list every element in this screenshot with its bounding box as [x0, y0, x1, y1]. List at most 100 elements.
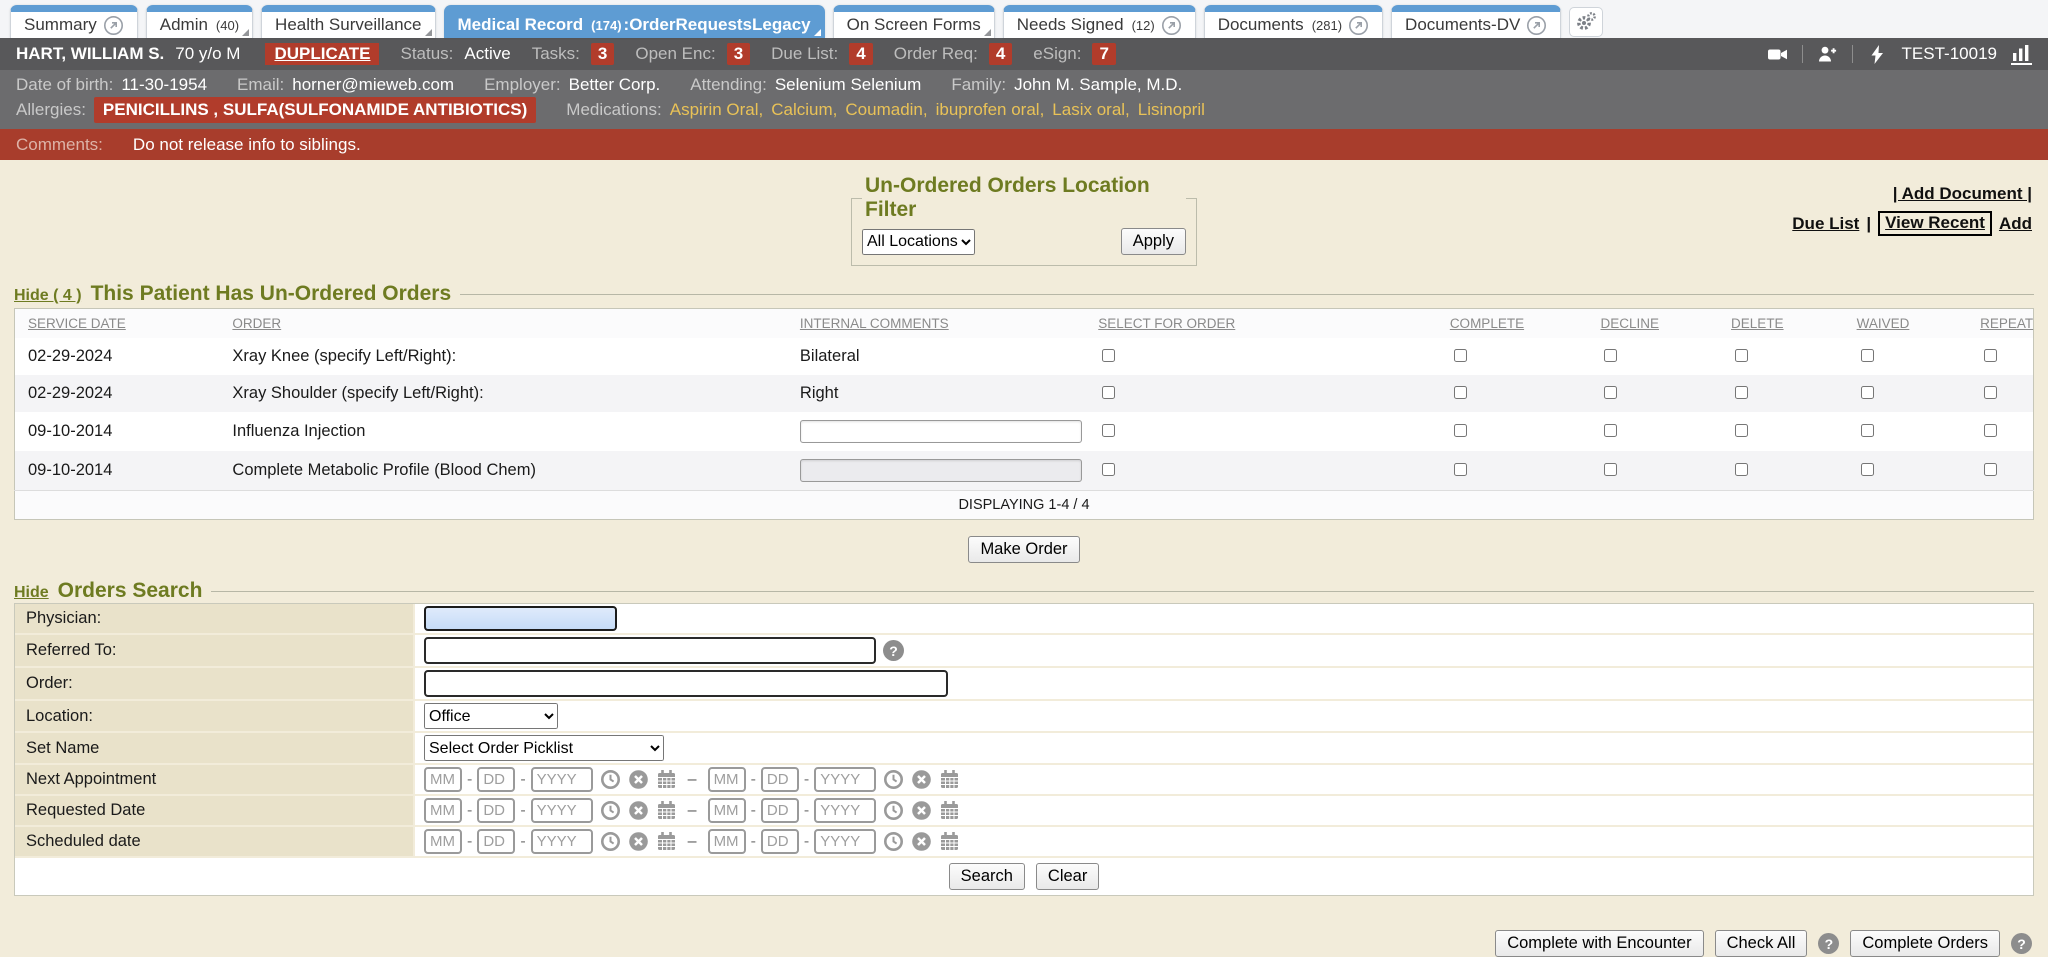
due-list-link[interactable]: Due List [1792, 214, 1859, 234]
calendar-icon[interactable] [939, 831, 960, 852]
referred-to-input[interactable] [424, 637, 876, 664]
delete-checkbox[interactable] [1735, 349, 1748, 362]
select-for-order-checkbox[interactable] [1102, 349, 1115, 362]
video-camera-icon[interactable] [1767, 44, 1788, 65]
check-all-button[interactable]: Check All [1715, 930, 1808, 957]
internal-comment-input[interactable] [800, 459, 1082, 482]
column-header-service-date[interactable]: SERVICE DATE [15, 309, 220, 339]
hide-orders-search-link[interactable]: Hide [14, 584, 49, 602]
clear-date-icon[interactable] [911, 769, 932, 790]
clear-button[interactable]: Clear [1036, 863, 1099, 890]
set-name-select[interactable]: Select Order Picklist [424, 735, 664, 761]
medication-link[interactable]: Lisinopril [1138, 98, 1205, 122]
decline-checkbox[interactable] [1604, 386, 1617, 399]
referred-to-help-icon[interactable]: ? [883, 640, 904, 661]
add-link[interactable]: Add [1999, 214, 2032, 234]
tab-needs-signed[interactable]: Needs Signed (12) [1003, 5, 1196, 38]
popup-icon[interactable] [1348, 15, 1369, 36]
tab-documents-dv[interactable]: Documents-DV [1391, 5, 1561, 38]
physician-input[interactable] [424, 606, 617, 631]
date-dd-input[interactable] [477, 767, 515, 792]
complete-orders-button[interactable]: Complete Orders [1850, 930, 2000, 957]
time-picker-icon[interactable] [883, 800, 904, 821]
waived-checkbox[interactable] [1861, 386, 1874, 399]
make-order-button[interactable]: Make Order [968, 536, 1079, 563]
date-yyyy-input[interactable] [814, 829, 876, 854]
tab-medical-record[interactable]: Medical Record (174) :OrderRequestsLegac… [444, 5, 825, 38]
date-yyyy-input[interactable] [531, 798, 593, 823]
waived-checkbox[interactable] [1861, 463, 1874, 476]
repeat-checkbox[interactable] [1984, 424, 1997, 437]
date-mm-input[interactable] [424, 767, 462, 792]
select-for-order-checkbox[interactable] [1102, 424, 1115, 437]
column-header-waived[interactable]: WAIVED [1844, 309, 1968, 339]
date-dd-input[interactable] [761, 767, 799, 792]
tab-health-surveillance[interactable]: Health Surveillance [261, 5, 435, 38]
popup-icon[interactable] [1161, 15, 1182, 36]
select-for-order-checkbox[interactable] [1102, 386, 1115, 399]
clear-date-icon[interactable] [911, 800, 932, 821]
popup-icon[interactable] [1526, 15, 1547, 36]
check-all-help-icon[interactable]: ? [1818, 933, 1839, 954]
delete-checkbox[interactable] [1735, 386, 1748, 399]
date-dd-input[interactable] [477, 829, 515, 854]
date-yyyy-input[interactable] [814, 767, 876, 792]
clear-date-icon[interactable] [628, 769, 649, 790]
clear-date-icon[interactable] [911, 831, 932, 852]
repeat-checkbox[interactable] [1984, 349, 1997, 362]
due-list-count-badge[interactable]: 4 [849, 43, 872, 65]
repeat-checkbox[interactable] [1984, 386, 1997, 399]
date-yyyy-input[interactable] [531, 767, 593, 792]
esign-count-badge[interactable]: 7 [1092, 43, 1115, 65]
date-mm-input[interactable] [708, 798, 746, 823]
calendar-icon[interactable] [656, 769, 677, 790]
medication-link[interactable]: Aspirin Oral, [670, 98, 764, 122]
hide-unordered-orders-link[interactable]: Hide ( 4 ) [14, 287, 82, 305]
complete-orders-help-icon[interactable]: ? [2011, 933, 2032, 954]
medication-link[interactable]: Lasix oral, [1052, 98, 1129, 122]
calendar-icon[interactable] [656, 831, 677, 852]
time-picker-icon[interactable] [883, 769, 904, 790]
column-header-decline[interactable]: DECLINE [1587, 309, 1718, 339]
duplicate-badge[interactable]: DUPLICATE [265, 43, 379, 65]
complete-checkbox[interactable] [1454, 463, 1467, 476]
complete-checkbox[interactable] [1454, 386, 1467, 399]
medication-link[interactable]: Calcium, [771, 98, 837, 122]
select-for-order-checkbox[interactable] [1102, 463, 1115, 476]
calendar-icon[interactable] [656, 800, 677, 821]
medication-link[interactable]: Coumadin, [845, 98, 927, 122]
view-recent-link[interactable]: View Recent [1878, 211, 1992, 236]
popup-icon[interactable] [103, 15, 124, 36]
tasks-count-badge[interactable]: 3 [591, 43, 614, 65]
time-picker-icon[interactable] [883, 831, 904, 852]
tab-on-screen-forms[interactable]: On Screen Forms [833, 5, 995, 38]
column-header-internal-comments[interactable]: INTERNAL COMMENTS [787, 309, 1085, 339]
medication-link[interactable]: ibuprofen oral, [936, 98, 1045, 122]
date-mm-input[interactable] [708, 829, 746, 854]
time-picker-icon[interactable] [600, 769, 621, 790]
column-header-order[interactable]: ORDER [219, 309, 787, 339]
calendar-icon[interactable] [939, 769, 960, 790]
internal-comment-input[interactable] [800, 420, 1082, 443]
date-dd-input[interactable] [761, 798, 799, 823]
time-picker-icon[interactable] [600, 831, 621, 852]
complete-checkbox[interactable] [1454, 349, 1467, 362]
chart-icon[interactable] [2011, 44, 2032, 65]
waived-checkbox[interactable] [1861, 349, 1874, 362]
clear-date-icon[interactable] [628, 800, 649, 821]
complete-checkbox[interactable] [1454, 424, 1467, 437]
waived-checkbox[interactable] [1861, 424, 1874, 437]
decline-checkbox[interactable] [1604, 349, 1617, 362]
order-input[interactable] [424, 670, 948, 697]
date-dd-input[interactable] [477, 798, 515, 823]
calendar-icon[interactable] [939, 800, 960, 821]
column-header-repeat[interactable]: REPEAT [1967, 309, 2033, 339]
add-person-icon[interactable] [1817, 44, 1838, 65]
search-button[interactable]: Search [949, 863, 1025, 890]
location-filter-select[interactable]: All Locations [862, 229, 975, 255]
date-yyyy-input[interactable] [814, 798, 876, 823]
decline-checkbox[interactable] [1604, 463, 1617, 476]
date-yyyy-input[interactable] [531, 829, 593, 854]
tab-summary[interactable]: Summary [10, 5, 138, 38]
time-picker-icon[interactable] [600, 800, 621, 821]
